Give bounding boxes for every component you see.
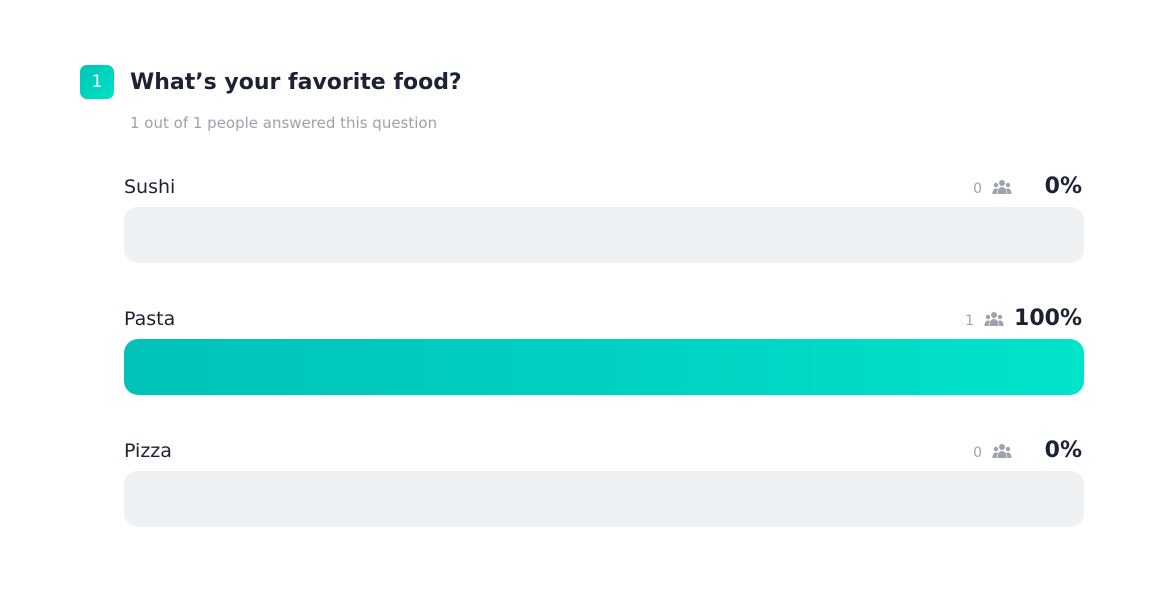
poll-option-sushi: Sushi 0 0% bbox=[124, 174, 1084, 263]
option-percent: 0% bbox=[1044, 437, 1082, 463]
option-bar-fill bbox=[124, 339, 1084, 395]
option-meta: 0 0% bbox=[973, 171, 1082, 201]
question-number-badge: 1 bbox=[80, 65, 114, 99]
question-title: What’s your favorite food? bbox=[130, 69, 462, 95]
people-icon bbox=[992, 444, 1012, 458]
option-label: Pasta bbox=[124, 308, 176, 330]
option-bar-track bbox=[124, 471, 1084, 527]
question-header: 1 What’s your favorite food? bbox=[80, 65, 462, 99]
question-subtitle: 1 out of 1 people answered this question bbox=[130, 114, 438, 132]
option-meta: 1 100% bbox=[965, 303, 1082, 333]
option-count: 0 bbox=[973, 181, 982, 197]
option-percent: 100% bbox=[1014, 305, 1082, 331]
poll-option-pasta: Pasta 1 100% bbox=[124, 306, 1084, 395]
option-bar-track bbox=[124, 339, 1084, 395]
option-meta: 0 0% bbox=[973, 435, 1082, 465]
option-bar-track bbox=[124, 207, 1084, 263]
option-count: 1 bbox=[965, 313, 975, 329]
poll-option-pizza: Pizza 0 0% bbox=[124, 438, 1084, 527]
people-icon bbox=[984, 312, 1004, 326]
option-percent: 0% bbox=[1044, 173, 1082, 199]
option-label: Pizza bbox=[124, 440, 172, 462]
option-label: Sushi bbox=[124, 176, 176, 198]
people-icon bbox=[992, 180, 1012, 194]
option-count: 0 bbox=[973, 445, 982, 461]
